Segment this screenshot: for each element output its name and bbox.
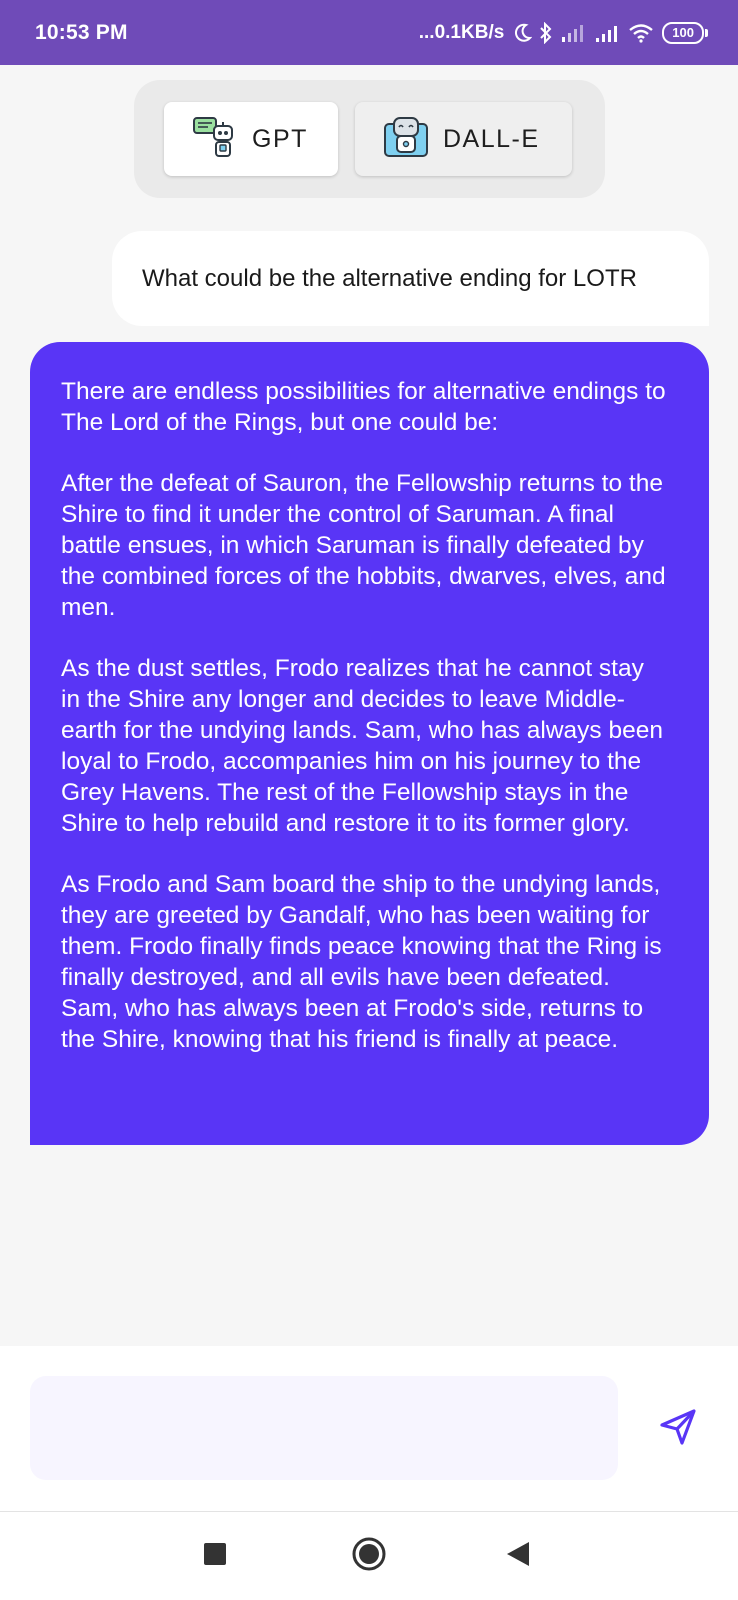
battery-level: 100: [662, 21, 704, 44]
bot-paragraph: After the defeat of Sauron, the Fellowsh…: [61, 470, 666, 621]
robot-icon: [383, 114, 429, 165]
gpt-model-button[interactable]: GPT: [164, 102, 338, 176]
bot-paragraph: As Frodo and Sam board the ship to the u…: [61, 871, 662, 1053]
user-message-text: What could be the alternative ending for…: [142, 264, 637, 292]
network-speed: ...0.1KB/s: [418, 21, 505, 43]
chat-screen: 10:53 PM ...0.1KB/s 100 GPT DALL-E What …: [0, 0, 738, 1600]
bot-paragraph: As the dust settles, Frodo realizes that…: [61, 655, 663, 837]
dalle-label: DALL-E: [443, 124, 540, 153]
send-button[interactable]: [655, 1406, 701, 1452]
signal-icon-2: [594, 23, 620, 43]
status-bar: 10:53 PM ...0.1KB/s 100: [0, 0, 738, 65]
system-nav-bar: [0, 1512, 738, 1600]
square-icon: [203, 1542, 227, 1571]
bot-paragraph: There are endless possibilities for alte…: [61, 378, 666, 436]
bluetooth-icon: [540, 21, 552, 44]
home-button[interactable]: [347, 1534, 391, 1578]
bot-message-bubble: There are endless possibilities for alte…: [30, 342, 709, 1145]
chat-bot-icon: [192, 114, 238, 165]
status-time: 10:53 PM: [35, 20, 128, 44]
home-circle-icon: [351, 1536, 387, 1577]
signal-icon-1: [560, 23, 586, 43]
status-icons: ...0.1KB/s 100: [418, 21, 708, 44]
dalle-model-button[interactable]: DALL-E: [355, 102, 572, 176]
user-message-bubble: What could be the alternative ending for…: [112, 231, 709, 326]
send-icon: [658, 1407, 698, 1452]
back-button[interactable]: [496, 1534, 540, 1578]
wifi-icon: [628, 23, 654, 43]
battery-icon: 100: [662, 21, 708, 44]
gpt-label: GPT: [252, 124, 308, 153]
recents-button[interactable]: [193, 1534, 237, 1578]
model-selector: GPT DALL-E: [134, 80, 605, 198]
message-input-bar: [0, 1346, 738, 1511]
moon-icon: [514, 23, 533, 43]
message-input[interactable]: [30, 1376, 618, 1480]
back-triangle-icon: [505, 1540, 531, 1573]
